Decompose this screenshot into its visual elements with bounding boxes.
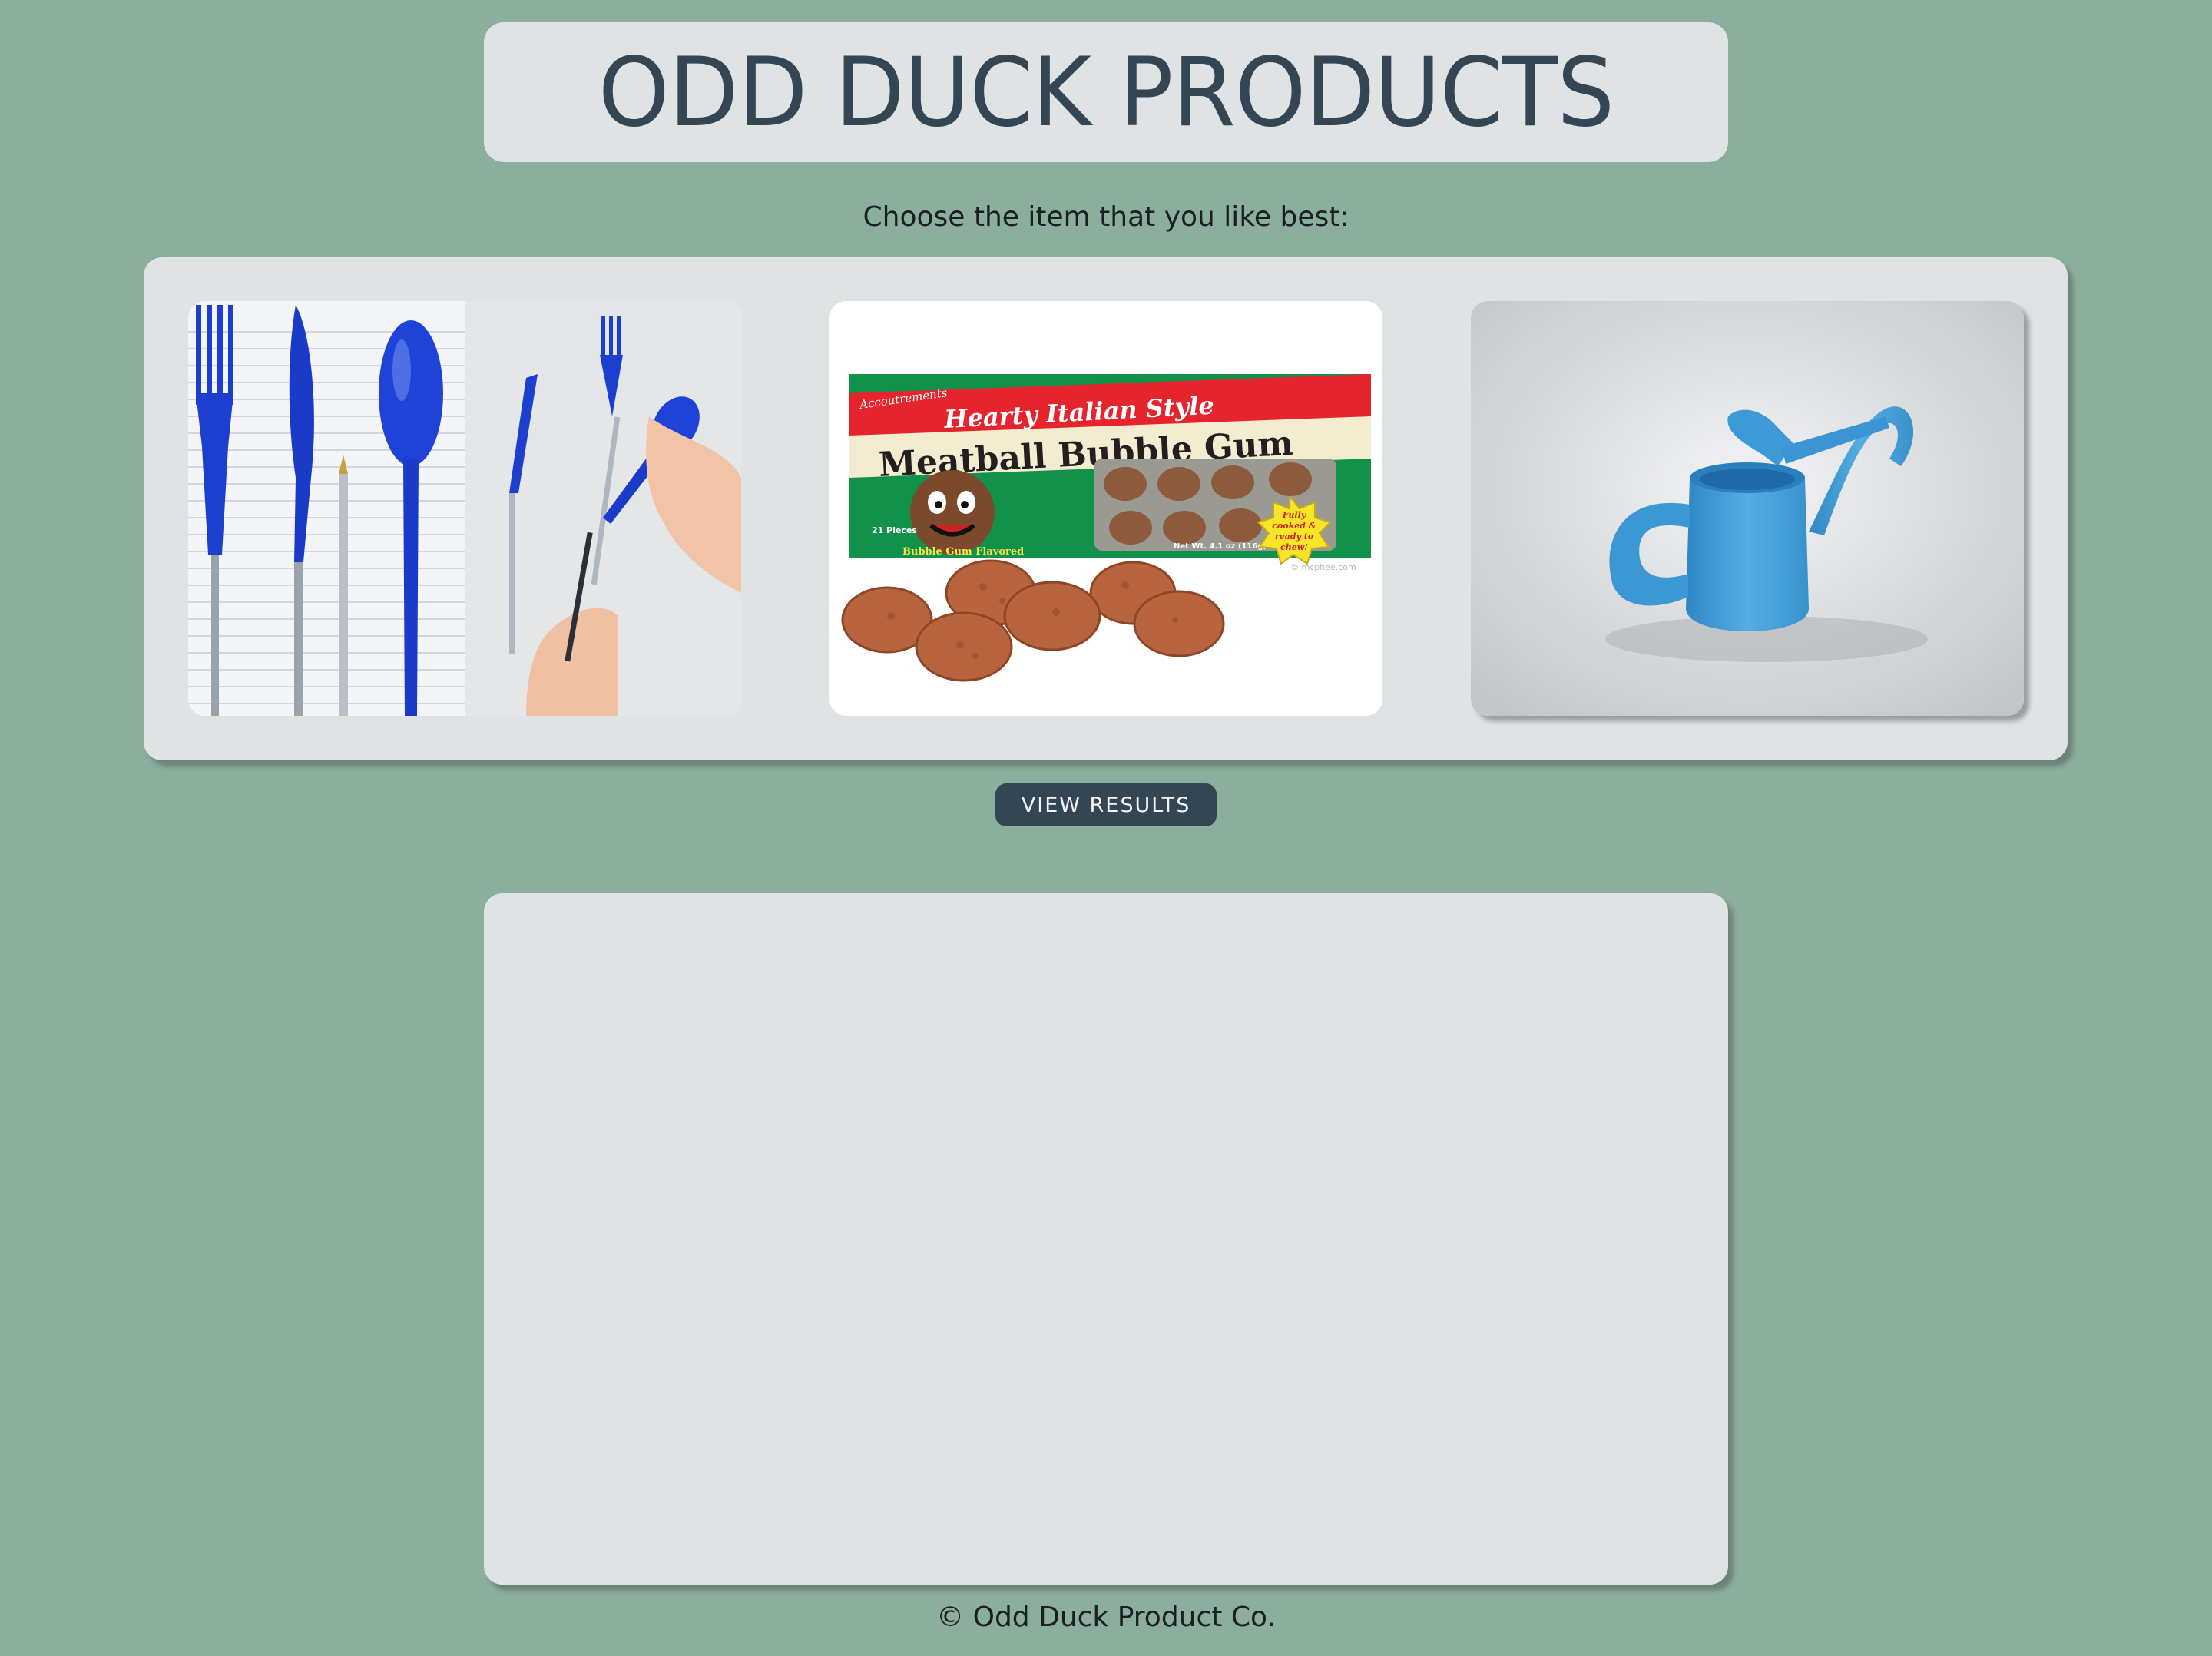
view-results-button[interactable]: VIEW RESULTS: [995, 783, 1217, 826]
watering-can-image: [1471, 301, 2024, 716]
product-card-water-can[interactable]: [1471, 301, 2024, 716]
results-panel: [484, 893, 1728, 1585]
burst-line-3: ready to: [1275, 532, 1313, 542]
page-header: ODD DUCK PRODUCTS: [484, 22, 1728, 162]
product-card-pen[interactable]: [188, 301, 741, 716]
site-title: ODD DUCK PRODUCTS: [598, 36, 1614, 148]
meatball-bubble-gum-image: Accoutrements Hearty Italian Style Meatb…: [830, 301, 1382, 716]
burst-line-2: cooked &: [1272, 521, 1316, 531]
pieces-text: 21 Pieces: [872, 525, 917, 535]
weight-text: Net Wt. 4.1 oz (116g): [1174, 542, 1267, 551]
copyright-footer: © Odd Duck Product Co.: [936, 1601, 1276, 1633]
product-card-bubblegum[interactable]: Accoutrements Hearty Italian Style Meatb…: [830, 301, 1382, 716]
flavor-text: Bubble Gum Flavored: [902, 546, 1024, 558]
watermark-text: © mcphee.com: [1290, 562, 1356, 572]
burst-line-4: chew!: [1280, 542, 1308, 552]
voting-prompt: Choose the item that you like best:: [863, 201, 1349, 233]
product-selection-panel: Accoutrements Hearty Italian Style Meatb…: [144, 257, 2068, 760]
burst-line-1: Fully: [1282, 510, 1307, 520]
pen-utensils-image: [188, 301, 741, 716]
